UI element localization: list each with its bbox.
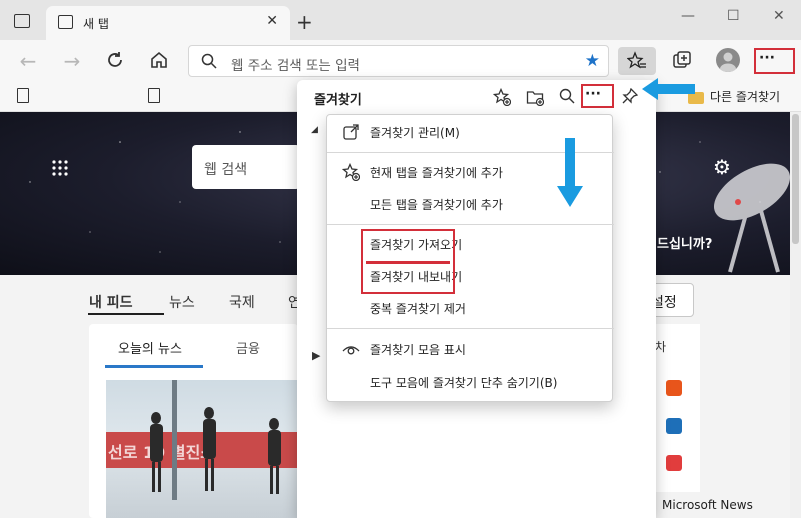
card-tab-finance[interactable]: 금융: [236, 338, 260, 357]
news-card: 오늘의 뉴스 금융 선로 19 별진소: [89, 324, 298, 518]
tab-title: 새 탭: [83, 17, 109, 31]
pin-icon[interactable]: [622, 87, 639, 108]
card-tab-today-news[interactable]: 오늘의 뉴스: [118, 338, 182, 357]
tab-actions-icon[interactable]: [14, 14, 30, 28]
menu-item-label: 즐겨찾기 모음 표시: [370, 343, 466, 357]
web-search-box[interactable]: 웹 검색: [192, 145, 300, 189]
tab-strip: 새 탭 ✕ + — ☐ ✕: [0, 0, 801, 40]
feed-tab-underline: [88, 313, 164, 315]
favorites-panel-title: 즐겨찾기: [314, 93, 362, 108]
annotation-box-more: [754, 48, 795, 74]
search-icon: [201, 53, 217, 72]
menu-item-hide-favorites-button[interactable]: 도구 모음에 즐겨찾기 단추 숨기기(B): [327, 367, 614, 397]
menu-item-label: 즐겨찾기 관리(M): [370, 126, 460, 140]
publisher-logo-icon[interactable]: [666, 380, 682, 396]
microsoft-news-badge: Microsoft News: [652, 492, 760, 518]
microsoft-news-label: Microsoft News: [662, 498, 753, 512]
annotation-box-panel-more: [581, 84, 614, 108]
card-tab-underline: [105, 365, 203, 368]
menu-separator: [327, 224, 614, 225]
page-scrollbar[interactable]: [790, 112, 801, 518]
profile-avatar[interactable]: [716, 48, 740, 72]
forward-button[interactable]: →: [59, 49, 85, 73]
user-icon: [720, 52, 736, 72]
tab-close-button[interactable]: ✕: [266, 13, 278, 29]
annotation-arrow-left-icon: [642, 78, 695, 100]
publisher-logo-icon[interactable]: [666, 418, 682, 434]
partial-heading-text: 차: [655, 340, 667, 354]
page-settings-gear-icon[interactable]: ⚙: [713, 155, 731, 179]
publisher-logo-icon[interactable]: [666, 455, 682, 471]
home-icon: [151, 51, 167, 68]
menu-separator: [327, 328, 614, 329]
panel-search-icon[interactable]: [559, 88, 575, 108]
feed-tab-world[interactable]: 국제: [229, 292, 255, 312]
radio-telescope-image: [714, 163, 790, 273]
eye-icon: [342, 340, 360, 358]
people-silhouettes: [150, 380, 281, 500]
add-folder-icon[interactable]: [526, 88, 545, 110]
feed-tab-news[interactable]: 뉴스: [169, 292, 195, 312]
menu-item-label: 중복 즐겨찾기 제거: [370, 302, 466, 316]
favorites-list-icon: [627, 51, 646, 69]
address-bar[interactable]: 웹 주소 검색 또는 입력 ★: [188, 45, 609, 77]
other-favorites-label: 다른 즐겨찾기: [710, 90, 781, 104]
annotation-arrow-down-icon: [557, 138, 583, 207]
close-window-button[interactable]: ✕: [773, 8, 785, 24]
annotation-underline: [366, 261, 450, 264]
menu-item-label: 현재 탭을 즐겨찾기에 추가: [370, 166, 503, 180]
external-link-icon: [342, 123, 360, 141]
new-tab-button[interactable]: +: [296, 10, 313, 34]
feed-tab-my-feed[interactable]: 내 피드: [89, 292, 133, 312]
home-button[interactable]: [149, 50, 169, 73]
other-favorites-folder[interactable]: 다른 즐겨찾기: [688, 88, 780, 105]
browser-tab[interactable]: 새 탭 ✕: [46, 6, 290, 40]
menu-item-show-favorites-bar[interactable]: 즐겨찾기 모음 표시: [327, 334, 614, 364]
maximize-button[interactable]: ☐: [727, 8, 740, 24]
favorites-button[interactable]: [618, 47, 656, 75]
new-tab-page-icon: [58, 15, 73, 29]
web-search-placeholder: 웹 검색: [204, 162, 248, 178]
tree-collapse-icon[interactable]: ▶: [312, 349, 320, 362]
scrollbar-thumb[interactable]: [792, 114, 799, 244]
back-button[interactable]: ←: [15, 49, 41, 73]
page-icon[interactable]: [17, 88, 29, 103]
page-icon[interactable]: [148, 88, 160, 103]
favorite-star-icon[interactable]: ★: [585, 51, 600, 71]
menu-item-label: 모든 탭을 즐겨찾기에 추가: [370, 198, 503, 212]
news-photo[interactable]: 선로 19 별진소: [106, 380, 298, 518]
menu-item-label: 도구 모음에 즐겨찾기 단추 숨기기(B): [370, 376, 558, 390]
tree-expand-icon[interactable]: ◢: [311, 125, 318, 135]
add-favorite-icon[interactable]: [492, 87, 512, 110]
menu-item-remove-duplicates[interactable]: 중복 즐겨찾기 제거: [327, 293, 614, 323]
minimize-button[interactable]: —: [681, 8, 695, 24]
hero-caption[interactable]: 드십니까?: [657, 233, 712, 252]
star-add-icon: [341, 162, 361, 182]
refresh-icon: [108, 52, 122, 67]
refresh-button[interactable]: [104, 49, 126, 74]
address-placeholder: 웹 주소 검색 또는 입력: [231, 58, 360, 74]
collections-button[interactable]: [672, 50, 692, 73]
collections-icon: [673, 51, 691, 68]
